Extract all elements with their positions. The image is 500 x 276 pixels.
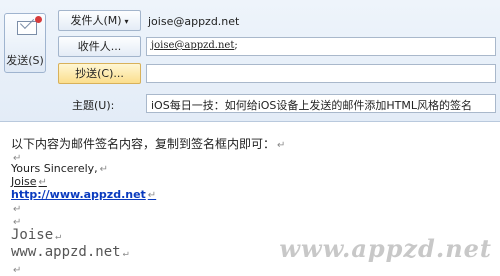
signature-name-large: Joise ↵	[11, 227, 61, 243]
subject-label: 主题(U):	[72, 99, 115, 112]
to-field[interactable]: joise@appzd.net;	[146, 37, 496, 56]
from-button[interactable]: 发件人(M) ▾	[58, 10, 141, 31]
from-address: joise@appzd.net	[148, 15, 240, 28]
paragraph-mark: ↵	[55, 231, 62, 242]
paragraph-mark: ↵	[122, 248, 129, 259]
empty-line: ↵	[11, 262, 21, 276]
subject-field[interactable]: iOS每日一技：如何给iOS设备上发送的邮件添加HTML风格的签名	[146, 94, 496, 113]
message-body[interactable]: 以下内容为邮件签名内容，复制到签名框内即可： ↵ ↵ Yours Sincerel…	[0, 122, 500, 276]
empty-line: ↵	[11, 214, 21, 228]
signature-name: Joise ↵	[11, 175, 47, 188]
greeting-text: Yours Sincerely,	[11, 162, 98, 175]
site-large-text: www.appzd.net	[11, 244, 121, 260]
to-address: joise@appzd.net	[151, 40, 235, 51]
paragraph-mark: ↵	[147, 190, 157, 201]
signature-site-large: www.appzd.net ↵	[11, 244, 129, 260]
subject-value: iOS每日一技：如何给iOS设备上发送的邮件添加HTML风格的签名	[151, 99, 473, 112]
signature-link[interactable]: http://www.appzd.net	[11, 188, 146, 201]
paragraph-mark: ↵	[13, 265, 22, 276]
empty-line: ↵	[11, 201, 21, 215]
name-large-text: Joise	[11, 227, 54, 243]
from-button-label: 发件人(M)	[70, 14, 122, 27]
cc-button[interactable]: 抄送(C)...	[58, 63, 141, 84]
chevron-down-icon: ▾	[124, 17, 129, 26]
send-envelope-icon	[17, 16, 42, 35]
paragraph-mark: ↵	[277, 140, 286, 151]
intro-line: 以下内容为邮件签名内容，复制到签名框内即可： ↵	[11, 135, 285, 152]
paragraph-mark: ↵	[38, 177, 47, 188]
intro-text: 以下内容为邮件签名内容，复制到签名框内即可：	[11, 137, 276, 151]
signature-greeting: Yours Sincerely, ↵	[11, 162, 108, 175]
signature-link-line: http://www.appzd.net ↵	[11, 188, 156, 201]
message-header: 发送(S) 发件人(M) ▾ joise@appzd.net 收件人... joi…	[0, 0, 500, 122]
send-label: 发送(S)	[6, 54, 44, 67]
send-button[interactable]: 发送(S)	[4, 13, 46, 73]
paragraph-mark: ↵	[99, 164, 109, 175]
cc-field[interactable]	[146, 64, 496, 83]
watermark: www.appzd.net	[279, 234, 492, 263]
to-value: joise@appzd.net;	[151, 40, 238, 51]
to-button[interactable]: 收件人...	[58, 36, 141, 57]
name-text: Joise	[11, 175, 37, 188]
to-separator: ;	[234, 40, 238, 51]
